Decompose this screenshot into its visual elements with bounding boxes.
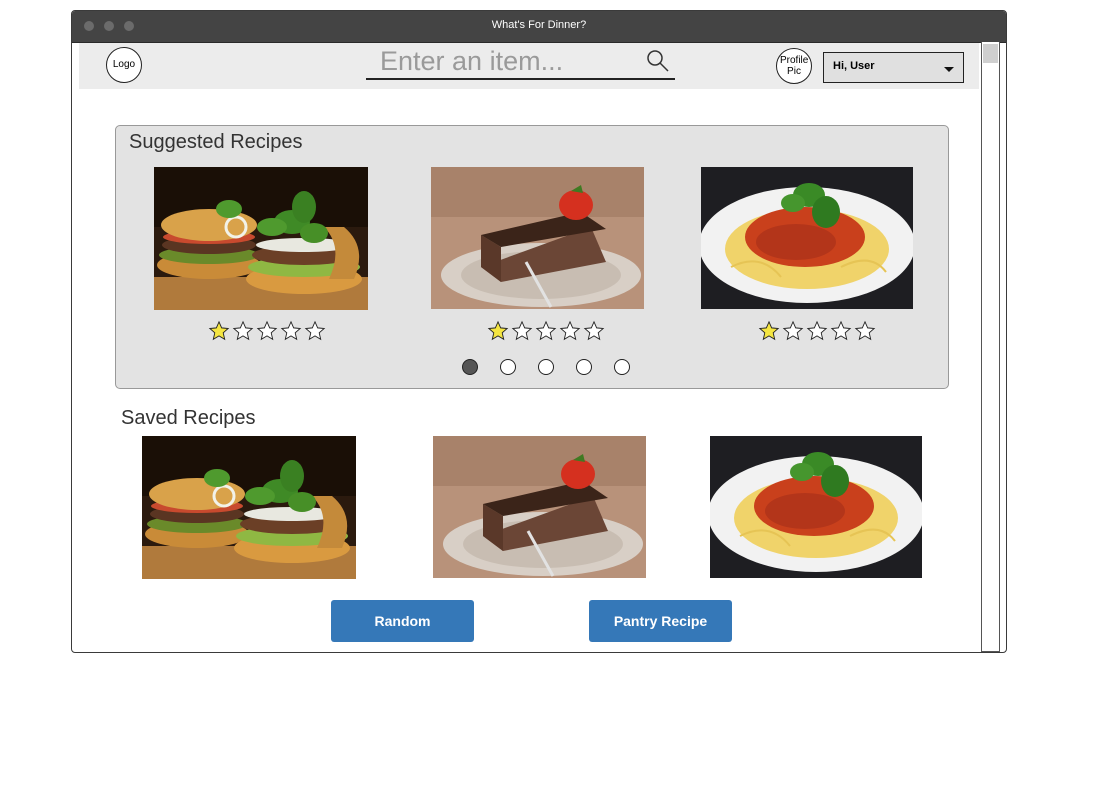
star-empty-icon[interactable] xyxy=(511,320,533,342)
star-filled-icon[interactable] xyxy=(487,320,509,342)
app-window: What's For Dinner? Logo Enter an item...… xyxy=(71,10,1007,653)
rating-stars[interactable] xyxy=(487,320,605,342)
star-empty-icon[interactable] xyxy=(782,320,804,342)
search-field[interactable]: Enter an item... xyxy=(366,45,675,80)
suggested-recipe-image-burger[interactable] xyxy=(154,167,368,310)
star-empty-icon[interactable] xyxy=(559,320,581,342)
logo[interactable]: Logo xyxy=(106,47,142,83)
rating-stars[interactable] xyxy=(208,320,326,342)
star-empty-icon[interactable] xyxy=(830,320,852,342)
pantry-recipe-button[interactable]: Pantry Recipe xyxy=(589,600,732,642)
random-button[interactable]: Random xyxy=(331,600,474,642)
profile-pic-label: Profile Pic xyxy=(780,55,809,77)
saved-recipe-image-cake[interactable] xyxy=(433,436,646,578)
suggested-recipes-panel: Suggested Recipes xyxy=(115,125,949,389)
saved-recipe-image-burger[interactable] xyxy=(142,436,356,579)
star-empty-icon[interactable] xyxy=(232,320,254,342)
profile-pic-avatar[interactable]: Profile Pic xyxy=(776,48,812,84)
star-empty-icon[interactable] xyxy=(256,320,278,342)
scrollbar-thumb[interactable] xyxy=(983,44,998,63)
chevron-down-icon xyxy=(944,67,954,72)
suggested-recipes-title: Suggested Recipes xyxy=(129,131,303,153)
suggested-recipe-image-cake[interactable] xyxy=(431,167,644,309)
top-navigation-bar: Logo Enter an item... Profile Pic Hi, Us… xyxy=(79,43,979,89)
carousel-pager xyxy=(462,359,630,375)
user-menu-label: Hi, User xyxy=(833,60,875,72)
window-title: What's For Dinner? xyxy=(491,19,587,31)
star-empty-icon[interactable] xyxy=(583,320,605,342)
star-empty-icon[interactable] xyxy=(304,320,326,342)
saved-recipes-title: Saved Recipes xyxy=(121,407,256,429)
star-empty-icon[interactable] xyxy=(280,320,302,342)
star-empty-icon[interactable] xyxy=(535,320,557,342)
rating-stars[interactable] xyxy=(758,320,876,342)
search-input[interactable]: Enter an item... xyxy=(380,46,563,77)
pager-dot-1[interactable] xyxy=(462,359,478,375)
vertical-scrollbar[interactable] xyxy=(981,42,1000,652)
suggested-recipe-image-spaghetti[interactable] xyxy=(701,167,913,309)
pager-dot-5[interactable] xyxy=(614,359,630,375)
star-filled-icon[interactable] xyxy=(758,320,780,342)
star-empty-icon[interactable] xyxy=(806,320,828,342)
star-empty-icon[interactable] xyxy=(854,320,876,342)
pager-dot-4[interactable] xyxy=(576,359,592,375)
pager-dot-2[interactable] xyxy=(500,359,516,375)
user-menu-dropdown[interactable]: Hi, User xyxy=(823,52,964,83)
saved-recipe-image-spaghetti[interactable] xyxy=(710,436,922,578)
title-bar: What's For Dinner? xyxy=(72,11,1006,43)
star-filled-icon[interactable] xyxy=(208,320,230,342)
pager-dot-3[interactable] xyxy=(538,359,554,375)
search-icon[interactable] xyxy=(646,49,670,73)
